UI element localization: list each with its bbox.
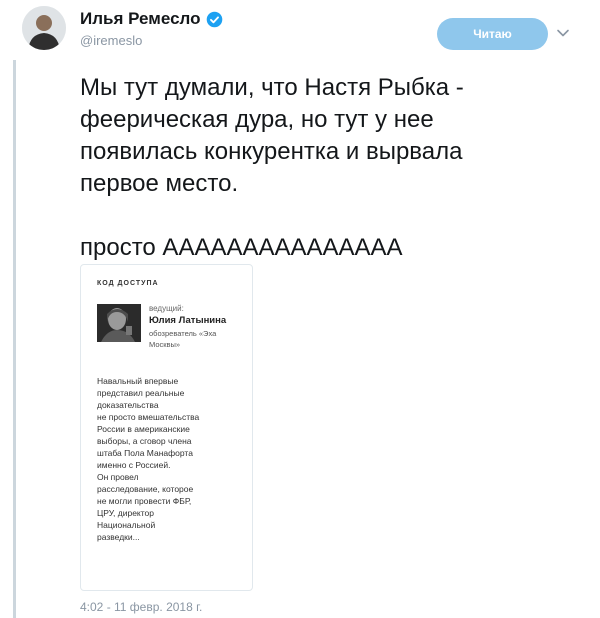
tweet-line: первое место. [80, 170, 239, 197]
media-line: не могли провести ФБР, [97, 496, 192, 506]
avatar[interactable] [22, 6, 66, 50]
media-line: Навальный впервые [97, 376, 179, 386]
media-line: ЦРУ, директор [97, 508, 154, 518]
chevron-down-icon[interactable] [556, 26, 570, 40]
host-info: ведущий: Юлия Латынина обозреватель «Эха… [149, 303, 249, 350]
tweet-line: феерическая дура, но тут у нее [80, 106, 434, 133]
media-line: доказательства [97, 400, 159, 410]
media-line: штаба Пола Манафорта [97, 448, 193, 458]
media-line: представил реальные [97, 388, 185, 398]
media-line: России в американские [97, 424, 190, 434]
media-line: Национальной [97, 520, 156, 530]
media-line: не просто вмешательства [97, 412, 200, 422]
attached-image[interactable]: КОД ДОСТУПА ведущий: Юлия Латынина обозр… [80, 264, 253, 591]
tweet-line: просто ААААААААААААААА [80, 234, 403, 261]
verified-badge-icon [206, 11, 223, 28]
author-name-row[interactable]: Илья Ремесло [80, 9, 223, 29]
tweet-line: Мы тут думали, что Настя Рыбка - [80, 74, 464, 101]
author-handle[interactable]: @iremeslo [80, 33, 142, 48]
avatar-image [22, 6, 66, 50]
host-description: обозреватель «Эха Москвы» [149, 329, 217, 349]
media-line: именно с Россией. [97, 460, 171, 470]
author-name[interactable]: Илья Ремесло [80, 9, 200, 29]
media-header: КОД ДОСТУПА [97, 280, 159, 287]
media-line: Он провел [97, 472, 139, 482]
thread-line [13, 60, 16, 618]
media-line: расследование, которое [97, 484, 194, 494]
tweet-timestamp[interactable]: 4:02 - 11 февр. 2018 г. [80, 600, 202, 614]
host-name: Юлия Латынина [149, 315, 227, 326]
tweet-text: Мы тут думали, что Настя Рыбка - феериче… [80, 72, 580, 264]
media-line: выборы, а сговор члена [97, 436, 192, 446]
host-role: ведущий: [149, 304, 184, 313]
host-photo [97, 304, 141, 342]
media-line: разведки... [97, 532, 140, 542]
follow-button[interactable]: Читаю [437, 18, 548, 50]
media-body: Навальный впервые представил реальные до… [97, 375, 237, 543]
tweet-line: появилась конкурентка и вырвала [80, 138, 463, 165]
